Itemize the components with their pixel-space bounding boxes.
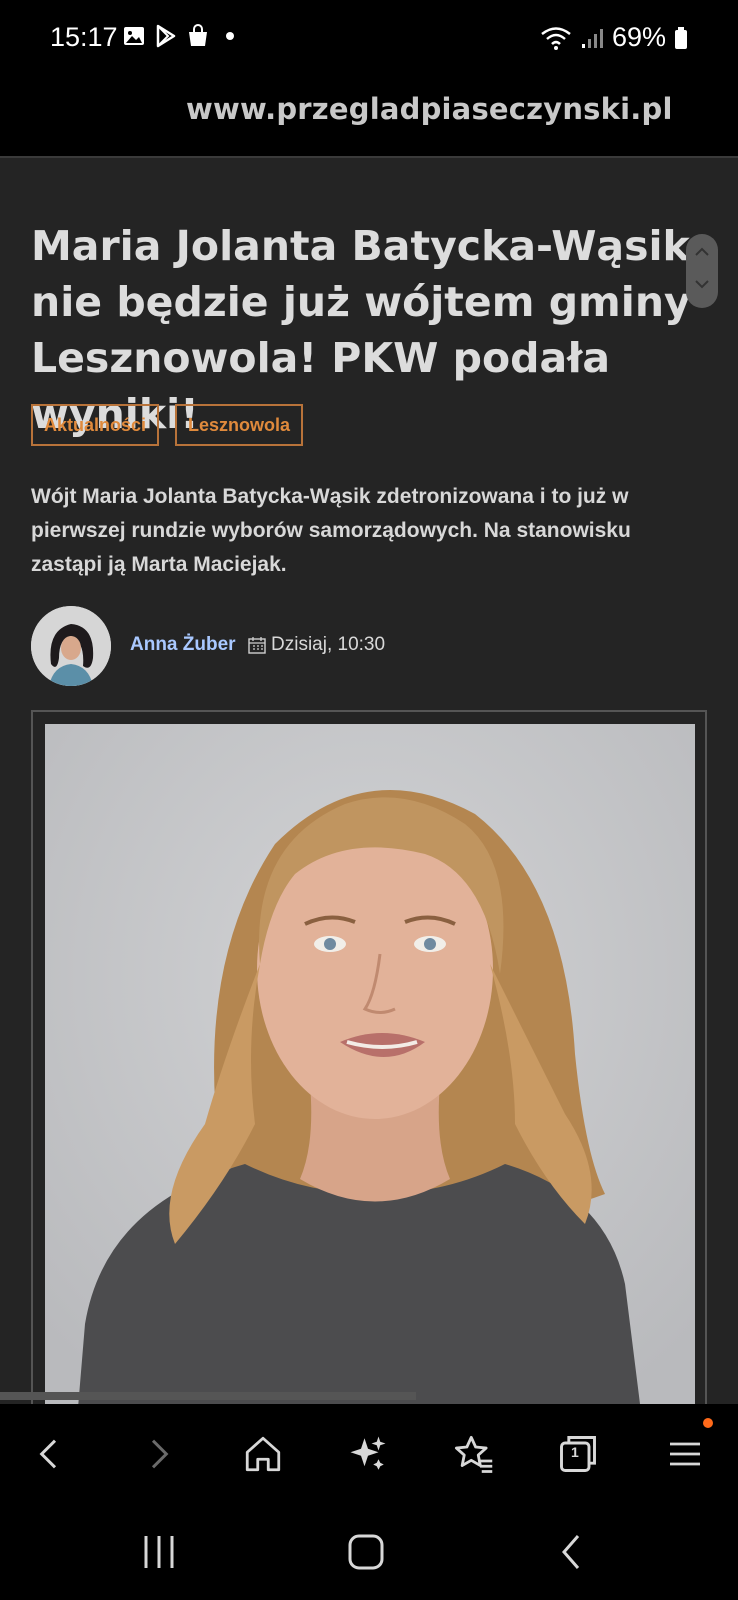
menu-button[interactable] (655, 1418, 715, 1484)
scroll-buttons[interactable] (686, 234, 718, 308)
tag-lesznowola[interactable]: Lesznowola (175, 404, 303, 446)
tabs-count: 1 (571, 1444, 579, 1460)
sparkle-icon (350, 1436, 386, 1470)
article-photo[interactable] (45, 724, 695, 1404)
article-photo-frame (31, 710, 707, 1404)
shopping-bag-icon (189, 24, 207, 46)
notification-dot-icon (226, 32, 234, 40)
back-icon (39, 1439, 57, 1469)
url-text[interactable]: www.przegladpiaseczynski.pl (186, 92, 673, 126)
article-lead: Wójt Maria Jolanta Batycka-Wąsik zdetron… (31, 485, 631, 576)
article-page: Maria Jolanta Batycka-Wąsik nie będzie j… (0, 158, 738, 1404)
author-name-link[interactable]: Anna Żuber (130, 634, 236, 656)
page-progress-bar (0, 1392, 416, 1400)
system-navigation-bar (0, 1504, 738, 1600)
author-avatar[interactable] (31, 606, 111, 686)
notification-badge (703, 1418, 713, 1428)
signal-icon (581, 28, 603, 48)
play-store-icon (156, 24, 176, 48)
menu-icon (670, 1442, 700, 1466)
home-icon (245, 1436, 281, 1472)
back-button[interactable] (20, 1424, 80, 1484)
publish-date-text: Dzisiaj, 10:30 (271, 634, 386, 655)
status-time: 15:17 (50, 22, 118, 52)
home-nav-icon[interactable] (346, 1532, 386, 1572)
forward-icon (151, 1439, 169, 1469)
scroll-up-icon[interactable] (694, 246, 710, 258)
battery-percentage: 69% (611, 22, 666, 52)
wifi-icon (541, 26, 571, 50)
image-icon (124, 27, 144, 45)
ai-assist-button[interactable] (338, 1424, 398, 1484)
home-button[interactable] (233, 1424, 293, 1484)
bookmarks-button[interactable] (443, 1424, 503, 1484)
status-bar: 15:17 69% (0, 0, 738, 78)
bookmarks-icon (454, 1435, 493, 1473)
battery-icon (675, 26, 687, 49)
forward-button[interactable] (128, 1424, 188, 1484)
tag-aktualnosci[interactable]: Aktualności (31, 404, 159, 446)
scroll-down-icon[interactable] (694, 278, 710, 290)
calendar-icon (248, 637, 266, 654)
back-nav-icon[interactable] (556, 1532, 586, 1572)
tabs-button[interactable]: 1 (548, 1424, 608, 1484)
recent-apps-icon[interactable] (140, 1532, 178, 1572)
publish-date: Dzisiaj, 10:30 (248, 634, 385, 656)
